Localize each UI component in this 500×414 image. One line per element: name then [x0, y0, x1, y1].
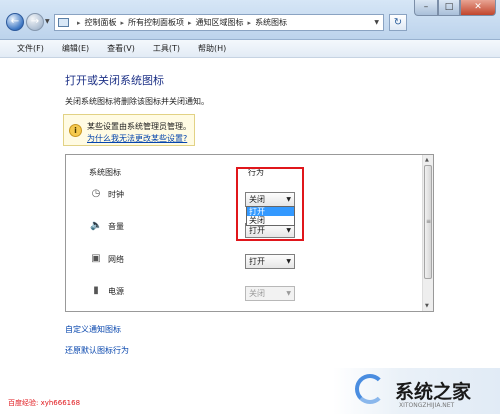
- forward-button[interactable]: →: [26, 13, 44, 31]
- column-header-icons: 系统图标: [89, 168, 121, 177]
- close-button[interactable]: ✕: [460, 0, 496, 16]
- menu-file[interactable]: 文件(F): [8, 40, 53, 57]
- menu-help[interactable]: 帮助(H): [189, 40, 235, 57]
- volume-behavior-value: 打开: [249, 226, 265, 235]
- back-button[interactable]: ←: [6, 13, 24, 31]
- chevron-down-icon: ▼: [286, 196, 291, 203]
- clock-behavior-value: 关闭: [249, 195, 265, 204]
- watermark-url: XITONGZHIJIA.NET: [399, 402, 455, 409]
- breadcrumb-notification-icons[interactable]: 通知区域图标: [196, 17, 244, 28]
- arrow-right-icon: →: [30, 16, 40, 27]
- chevron-down-icon: ▼: [45, 18, 50, 25]
- info-icon: i: [69, 124, 82, 137]
- chevron-right-icon: ▸: [77, 18, 81, 27]
- menu-bar: 文件(F) 编辑(E) 查看(V) 工具(T) 帮助(H): [0, 40, 500, 58]
- site-watermark: 系统之家 XITONGZHIJIA.NET: [333, 368, 500, 414]
- row-name-clock: 时钟: [108, 190, 124, 199]
- row-name-volume: 音量: [108, 222, 124, 231]
- behavior-dropdown-list: 打开 关闭: [246, 206, 295, 226]
- close-icon: ✕: [474, 2, 482, 12]
- power-icon: ▮: [93, 285, 99, 296]
- title-bar: ← → ▼ ▸ 控制面板 ▸ 所有控制面板项 ▸ 通知区域图标 ▸ 系统图标 ▼…: [0, 0, 500, 40]
- maximize-icon: □: [444, 2, 454, 12]
- chevron-right-icon: ▸: [120, 18, 125, 27]
- network-behavior-select[interactable]: 打开 ▼: [245, 254, 295, 269]
- customize-notification-icons-link[interactable]: 自定义通知图标: [65, 324, 121, 335]
- column-header-behavior: 行为: [248, 168, 264, 177]
- swirl-logo-icon: [355, 374, 385, 404]
- breadcrumb-all-items[interactable]: 所有控制面板项: [128, 17, 184, 28]
- network-behavior-value: 打开: [249, 257, 265, 266]
- menu-tools[interactable]: 工具(T): [144, 40, 189, 57]
- window-controls: – □ ✕: [414, 0, 496, 16]
- scrollbar[interactable]: ▲ ≡ ▼: [422, 155, 433, 311]
- grip-icon: ≡: [426, 218, 432, 225]
- arrow-left-icon: ←: [10, 16, 20, 27]
- clock-icon: ◷: [91, 188, 101, 199]
- address-bar[interactable]: ▸ 控制面板 ▸ 所有控制面板项 ▸ 通知区域图标 ▸ 系统图标 ▼: [54, 14, 384, 31]
- scroll-up-icon[interactable]: ▲: [425, 157, 429, 163]
- dropdown-option-off[interactable]: 关闭: [247, 216, 294, 225]
- breadcrumb-system-icons[interactable]: 系统图标: [255, 17, 287, 28]
- minimize-button[interactable]: –: [414, 0, 438, 16]
- menu-view[interactable]: 查看(V): [98, 40, 144, 57]
- row-name-network: 网络: [108, 255, 124, 264]
- info-text: 某些设置由系统管理员管理。: [87, 122, 191, 131]
- refresh-icon: ↻: [393, 17, 403, 28]
- power-behavior-select: 关闭 ▼: [245, 286, 295, 301]
- recent-pages-dropdown[interactable]: ▼: [45, 18, 50, 25]
- watermark-brand: 系统之家: [395, 381, 472, 403]
- why-cant-change-link[interactable]: 为什么我无法更改某些设置?: [87, 133, 187, 144]
- baidu-watermark: 百度经验: xyh666168: [8, 399, 81, 407]
- row-name-power: 电源: [108, 287, 124, 296]
- chevron-right-icon: ▸: [247, 18, 252, 27]
- page-description: 关闭系统图标将删除该图标并关闭通知。: [65, 97, 209, 106]
- control-panel-icon: [58, 18, 69, 27]
- scroll-thumb[interactable]: ≡: [424, 165, 432, 279]
- breadcrumb-control-panel[interactable]: 控制面板: [85, 17, 117, 28]
- maximize-button[interactable]: □: [438, 0, 460, 16]
- chevron-down-icon[interactable]: ▼: [374, 19, 379, 26]
- system-icons-panel: 系统图标 行为 ◷ 时钟 关闭 ▼ 打开 关闭 🔈 音量 打开 ▼ ▣ 网络 打…: [65, 154, 434, 312]
- scroll-down-icon[interactable]: ▼: [425, 303, 429, 309]
- menu-edit[interactable]: 编辑(E): [53, 40, 98, 57]
- network-icon: ▣: [91, 253, 101, 264]
- chevron-down-icon: ▼: [286, 258, 291, 265]
- chevron-down-icon: ▼: [286, 290, 291, 297]
- volume-icon: 🔈: [90, 220, 103, 231]
- chevron-right-icon: ▸: [188, 18, 192, 27]
- admin-info-box: i 某些设置由系统管理员管理。 为什么我无法更改某些设置?: [63, 114, 195, 146]
- restore-default-behavior-link[interactable]: 还原默认图标行为: [65, 345, 129, 356]
- refresh-button[interactable]: ↻: [389, 14, 407, 31]
- minimize-icon: –: [423, 2, 429, 12]
- power-behavior-value: 关闭: [249, 289, 265, 298]
- dropdown-option-on[interactable]: 打开: [247, 207, 294, 216]
- clock-behavior-select[interactable]: 关闭 ▼: [245, 192, 295, 207]
- page-title: 打开或关闭系统图标: [65, 74, 164, 87]
